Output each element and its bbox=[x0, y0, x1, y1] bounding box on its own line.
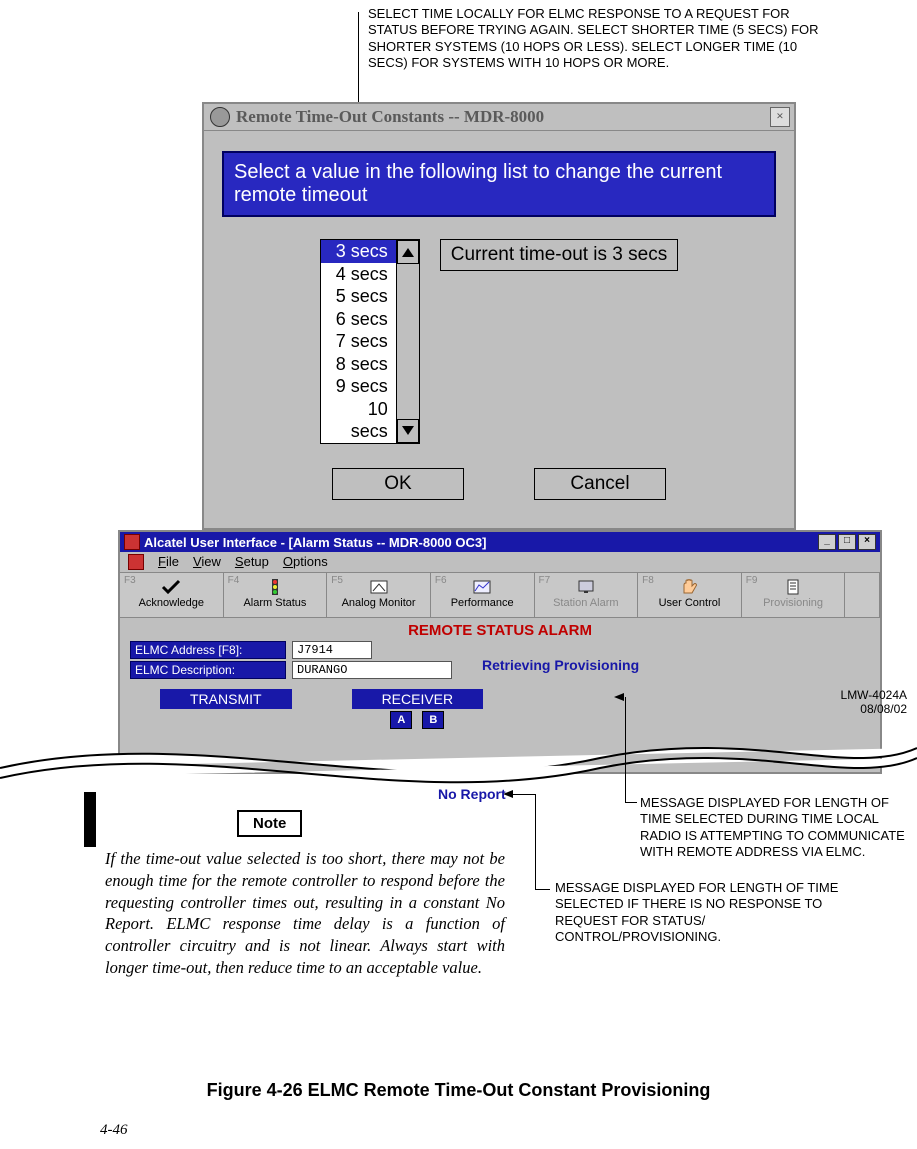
annotation-retrieving: MESSAGE DISPLAYED FOR LENGTH OF TIME SEL… bbox=[640, 795, 910, 860]
ok-button[interactable]: OK bbox=[332, 468, 464, 500]
close-button[interactable]: × bbox=[770, 107, 790, 127]
tb-station-alarm[interactable]: F7Station Alarm bbox=[535, 573, 639, 617]
close-button[interactable]: × bbox=[858, 534, 876, 550]
check-icon bbox=[161, 579, 181, 595]
document-icon bbox=[783, 579, 803, 595]
leader-line bbox=[625, 802, 637, 803]
cancel-button[interactable]: Cancel bbox=[534, 468, 666, 500]
elmc-address-label: ELMC Address [F8]: bbox=[130, 641, 286, 659]
app-icon bbox=[210, 107, 230, 127]
rx-b-tag: B bbox=[422, 711, 444, 729]
toolbar: F3Acknowledge F4Alarm Status F5Analog Mo… bbox=[120, 572, 880, 618]
timeout-dialog: Remote Time-Out Constants -- MDR-8000 × … bbox=[202, 102, 796, 530]
chevron-up-icon bbox=[402, 248, 414, 257]
page-tab-decoration bbox=[84, 792, 96, 847]
tb-performance[interactable]: F6Performance bbox=[431, 573, 535, 617]
dialog-titlebar: Remote Time-Out Constants -- MDR-8000 × bbox=[204, 104, 794, 131]
tb-provisioning[interactable]: F9Provisioning bbox=[742, 573, 846, 617]
elmc-description-field[interactable]: DURANGO bbox=[292, 661, 452, 679]
dialog-title-text: Remote Time-Out Constants -- MDR-8000 bbox=[236, 107, 544, 127]
chevron-down-icon bbox=[402, 426, 414, 435]
leader-line bbox=[535, 794, 536, 889]
page-number: 4-46 bbox=[100, 1122, 128, 1139]
note-label: Note bbox=[237, 810, 302, 837]
tb-alarm-status[interactable]: F4Alarm Status bbox=[224, 573, 328, 617]
list-item[interactable]: 8 secs bbox=[321, 353, 396, 376]
document-id: LMW-4024A 08/08/02 bbox=[841, 688, 907, 716]
no-report-message: No Report bbox=[438, 786, 506, 802]
menu-options[interactable]: Options bbox=[283, 554, 328, 570]
transmit-header: TRANSMIT bbox=[160, 689, 292, 709]
app-icon bbox=[128, 554, 144, 570]
maximize-button[interactable]: □ bbox=[838, 534, 856, 550]
timeout-listbox[interactable]: 3 secs 4 secs 5 secs 6 secs 7 secs 8 sec… bbox=[320, 239, 420, 444]
retrieving-message: Retrieving Provisioning bbox=[482, 657, 639, 673]
list-item[interactable]: 6 secs bbox=[321, 308, 396, 331]
figure-caption: Figure 4-26 ELMC Remote Time-Out Constan… bbox=[0, 1080, 917, 1101]
tb-acknowledge[interactable]: F3Acknowledge bbox=[120, 573, 224, 617]
menu-bar: FFileile View Setup Options bbox=[120, 552, 880, 572]
menu-view[interactable]: View bbox=[193, 554, 221, 570]
app-title-text: Alcatel User Interface - [Alarm Status -… bbox=[144, 535, 486, 550]
current-timeout-label: Current time-out is 3 secs bbox=[440, 239, 678, 271]
leader-line bbox=[625, 697, 626, 802]
list-item[interactable]: 9 secs bbox=[321, 375, 396, 398]
remote-status-heading: REMOTE STATUS ALARM bbox=[130, 622, 870, 639]
list-item[interactable]: 7 secs bbox=[321, 330, 396, 353]
receiver-header: RECEIVER bbox=[352, 689, 484, 709]
annotation-no-report: MESSAGE DISPLAYED FOR LENGTH OF TIME SEL… bbox=[555, 880, 845, 945]
rx-a-tag: A bbox=[390, 711, 412, 729]
hand-icon bbox=[679, 579, 699, 595]
alarm-status-window: Alcatel User Interface - [Alarm Status -… bbox=[118, 530, 882, 774]
elmc-description-label: ELMC Description: bbox=[130, 661, 286, 679]
chart-icon bbox=[472, 579, 492, 595]
elmc-address-field[interactable]: J7914 bbox=[292, 641, 372, 659]
note-body: If the time-out value selected is too sh… bbox=[105, 848, 505, 979]
minimize-button[interactable]: _ bbox=[818, 534, 836, 550]
gauge-icon bbox=[369, 579, 389, 595]
scrollbar[interactable] bbox=[396, 240, 419, 443]
list-item[interactable]: 5 secs bbox=[321, 285, 396, 308]
timeout-list-items[interactable]: 3 secs 4 secs 5 secs 6 secs 7 secs 8 sec… bbox=[321, 240, 396, 443]
list-item[interactable]: 10 secs bbox=[321, 398, 396, 443]
arrow-head-icon bbox=[614, 693, 624, 701]
menu-setup[interactable]: Setup bbox=[235, 554, 269, 570]
traffic-light-icon bbox=[265, 579, 285, 595]
scroll-down-button[interactable] bbox=[397, 419, 419, 443]
app-titlebar: Alcatel User Interface - [Alarm Status -… bbox=[120, 532, 880, 552]
app-icon bbox=[124, 534, 140, 550]
monitor-icon bbox=[576, 579, 596, 595]
tb-user-control[interactable]: F8User Control bbox=[638, 573, 742, 617]
tb-analog-monitor[interactable]: F5Analog Monitor bbox=[327, 573, 431, 617]
annotation-top: SELECT TIME LOCALLY FOR ELMC RESPONSE TO… bbox=[368, 6, 828, 71]
dialog-instruction: Select a value in the following list to … bbox=[222, 151, 776, 217]
leader-line bbox=[513, 794, 535, 795]
leader-line bbox=[535, 889, 550, 890]
menu-file[interactable]: FFileile bbox=[158, 554, 179, 570]
list-item[interactable]: 4 secs bbox=[321, 263, 396, 286]
tb-spacer bbox=[845, 573, 880, 617]
list-item[interactable]: 3 secs bbox=[321, 240, 396, 263]
scroll-up-button[interactable] bbox=[397, 240, 419, 264]
